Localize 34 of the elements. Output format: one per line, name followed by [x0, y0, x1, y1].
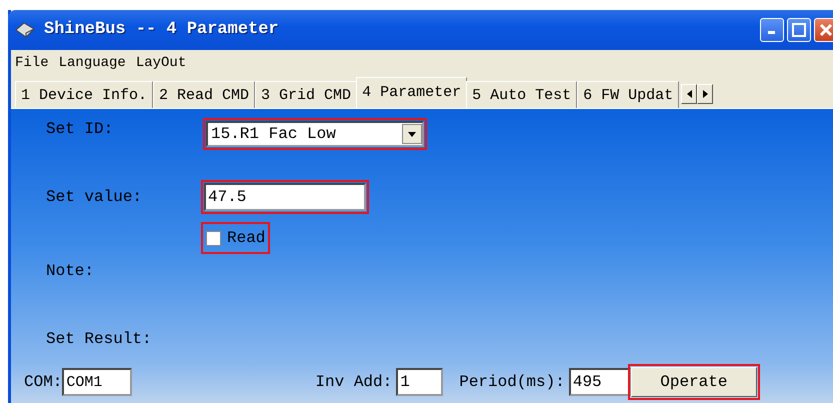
tab[interactable]: 6 FW Updat — [577, 81, 680, 108]
tab[interactable]: 3 Grid CMD — [255, 81, 358, 108]
menu-item[interactable]: File — [15, 53, 49, 74]
menu-item[interactable]: Language — [58, 53, 126, 74]
field-label: Set ID: — [46, 119, 114, 140]
address-field[interactable]: 1 — [396, 368, 444, 396]
close-icon — [819, 23, 833, 37]
maximize-button[interactable] — [787, 18, 811, 42]
operate-button[interactable]: Operate — [630, 367, 757, 397]
window-title: ShineBus -- 4 Parameter — [44, 19, 279, 42]
id-dropdown[interactable]: 15.R1 Fac Low — [206, 121, 424, 147]
tab[interactable]: 2 Read CMD — [153, 81, 256, 108]
tab[interactable]: 4 Parameter — [356, 77, 468, 108]
field-label: Period(ms): — [459, 372, 565, 393]
app-icon — [14, 21, 36, 39]
checkbox-label: Read — [227, 228, 266, 249]
menu-item[interactable]: LayOut — [136, 53, 186, 74]
read-checkbox[interactable] — [206, 230, 221, 246]
tab[interactable]: 1 Device Info. — [15, 81, 154, 108]
maximize-icon — [792, 23, 806, 37]
field-label: Set value: — [46, 187, 144, 208]
value-field[interactable]: 47.5 — [204, 183, 366, 211]
scroll-left-icon[interactable] — [681, 84, 698, 104]
scroll-right-icon[interactable] — [697, 84, 714, 104]
period-field[interactable]: 495 — [568, 368, 631, 396]
field-label: Inv Add: — [315, 372, 392, 393]
tab[interactable]: 5 Auto Test — [466, 81, 578, 108]
com-field[interactable]: COM1 — [62, 368, 132, 396]
close-button[interactable] — [814, 18, 833, 42]
minimize-button[interactable] — [760, 18, 784, 42]
field-label: Set Result: — [46, 330, 152, 348]
field-label: Note: — [46, 262, 94, 280]
caret-icon — [408, 132, 416, 136]
field-label: COM: — [24, 372, 62, 393]
